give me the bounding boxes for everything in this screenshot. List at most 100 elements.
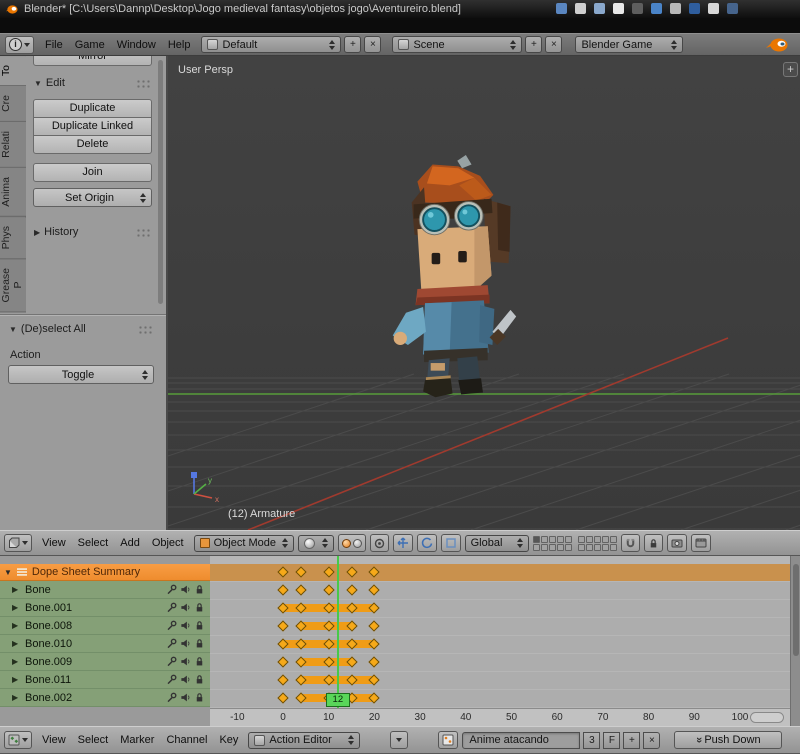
titlebar-app-icon[interactable] <box>594 3 605 14</box>
edit-button-duplicate-linked[interactable]: Duplicate Linked <box>33 117 152 136</box>
channel-row-bone-009[interactable]: ▶ Bone.009 <box>0 653 210 671</box>
layer-cell[interactable] <box>540 535 548 543</box>
render-opengl-button[interactable] <box>666 534 687 552</box>
wrench-icon[interactable] <box>166 638 177 649</box>
wrench-icon[interactable] <box>166 656 177 667</box>
wrench-icon[interactable] <box>166 602 177 613</box>
titlebar-app-icon[interactable] <box>556 3 567 14</box>
expand-icon[interactable]: ▶ <box>12 639 21 648</box>
redo-panel-header[interactable]: ▼ (De)select All <box>9 321 153 337</box>
dopesheet-menu-key[interactable]: Key <box>213 734 244 746</box>
fake-user-button[interactable]: F <box>603 731 621 749</box>
dopesheet-menu-marker[interactable]: Marker <box>114 734 160 746</box>
layer-cell[interactable] <box>532 543 540 551</box>
scene-selector[interactable]: Scene <box>392 36 523 53</box>
expand-icon[interactable]: ▶ <box>12 621 21 630</box>
lock-icon[interactable] <box>194 692 205 703</box>
panel-grip-icon[interactable] <box>136 227 151 237</box>
tool-shelf-scrollbar[interactable] <box>158 60 163 304</box>
layers-widget[interactable] <box>532 535 617 551</box>
edit-button-delete[interactable]: Delete <box>33 135 152 154</box>
mode-dropdown[interactable]: Object Mode <box>193 534 294 552</box>
delete-scene-button[interactable]: × <box>545 36 563 53</box>
expand-icon[interactable]: ▶ <box>12 603 21 612</box>
panel-grip-icon[interactable] <box>138 324 153 334</box>
speaker-icon[interactable] <box>180 602 191 613</box>
manipulator-rotate-button[interactable] <box>416 534 437 552</box>
channel-row-bone[interactable]: ▶ Bone <box>0 581 210 599</box>
info-menu-file[interactable]: File <box>39 39 69 51</box>
layer-cell[interactable] <box>609 543 617 551</box>
channel-row-bone-010[interactable]: ▶ Bone.010 <box>0 635 210 653</box>
collapse-icon[interactable]: ▶ <box>34 228 40 237</box>
channel-row-bone-002[interactable]: ▶ Bone.002 <box>0 689 210 707</box>
panel-grip-icon[interactable] <box>136 78 151 88</box>
titlebar[interactable]: Blender* [C:\Users\Dannp\Desktop\Jogo me… <box>0 0 800 18</box>
dopesheet-menu-channel[interactable]: Channel <box>160 734 213 746</box>
lock-icon[interactable] <box>194 638 205 649</box>
layer-cell[interactable] <box>556 535 564 543</box>
layer-cell[interactable] <box>593 535 601 543</box>
layer-cell[interactable] <box>548 535 556 543</box>
toolshelf-tab-grease-p[interactable]: Grease P <box>0 258 26 313</box>
info-menu-window[interactable]: Window <box>111 39 162 51</box>
wrench-icon[interactable] <box>166 674 177 685</box>
channel-row-bone-008[interactable]: ▶ Bone.008 <box>0 617 210 635</box>
new-action-button[interactable]: + <box>623 731 641 749</box>
set-origin-dropdown[interactable]: Set Origin <box>33 188 152 207</box>
speaker-icon[interactable] <box>180 656 191 667</box>
manipulator-translate-button[interactable] <box>392 534 413 552</box>
character-model[interactable] <box>392 155 517 398</box>
speaker-icon[interactable] <box>180 620 191 631</box>
wrench-icon[interactable] <box>166 620 177 631</box>
action-browse-button[interactable] <box>438 731 459 749</box>
titlebar-app-icon[interactable] <box>727 3 738 14</box>
edit-button-duplicate[interactable]: Duplicate <box>33 99 152 118</box>
dopesheet-menu-view[interactable]: View <box>36 734 72 746</box>
orientation-dropdown[interactable]: Global <box>464 534 529 552</box>
channel-row-bone-011[interactable]: ▶ Bone.011 <box>0 671 210 689</box>
speaker-icon[interactable] <box>180 638 191 649</box>
dopesheet-editor-type-button[interactable] <box>4 731 32 749</box>
toolshelf-tab-to[interactable]: To <box>0 56 26 87</box>
layer-cell[interactable] <box>556 543 564 551</box>
layer-cell[interactable] <box>609 535 617 543</box>
frame-ruler[interactable]: -10 0 10 20 30 40 50 60 70 80 90 100 <box>210 708 790 726</box>
expand-icon[interactable]: ▼ <box>4 568 12 577</box>
titlebar-icons[interactable] <box>556 3 738 14</box>
titlebar-app-icon[interactable] <box>670 3 681 14</box>
shading-dropdown[interactable] <box>297 534 334 552</box>
add-scene-button[interactable]: + <box>525 36 543 53</box>
layer-cell[interactable] <box>585 543 593 551</box>
lock-icon[interactable] <box>194 620 205 631</box>
speaker-icon[interactable] <box>180 674 191 685</box>
delete-layout-button[interactable]: × <box>364 36 382 53</box>
render-engine-dropdown[interactable]: Blender Game <box>575 36 684 53</box>
viewport-editor-type-button[interactable] <box>4 534 32 552</box>
layer-cell[interactable] <box>601 535 609 543</box>
viewport-menu-select[interactable]: Select <box>72 537 115 549</box>
lock-icon[interactable] <box>194 674 205 685</box>
layer-cell[interactable] <box>564 543 572 551</box>
filter-dropdown-button[interactable] <box>390 731 409 749</box>
toggle-dropdown[interactable]: Toggle <box>8 365 154 384</box>
screen-layout-selector[interactable]: Default <box>201 36 342 53</box>
titlebar-app-icon[interactable] <box>708 3 719 14</box>
add-layout-button[interactable]: + <box>344 36 362 53</box>
titlebar-app-icon[interactable] <box>575 3 586 14</box>
snap-toggle-button[interactable] <box>620 534 640 552</box>
titlebar-app-icon[interactable] <box>651 3 662 14</box>
current-frame-line[interactable] <box>336 556 339 708</box>
pivot-point-button[interactable] <box>337 534 366 552</box>
speaker-icon[interactable] <box>180 692 191 703</box>
manipulator-scale-button[interactable] <box>440 534 461 552</box>
layer-cell[interactable] <box>577 535 585 543</box>
viewport-canvas[interactable]: x y <box>168 56 800 530</box>
toolshelf-tab-relati[interactable]: Relati <box>0 122 26 168</box>
editor-mode-dropdown[interactable]: Action Editor <box>248 731 361 749</box>
action-name-field[interactable]: Anime atacando <box>462 731 581 749</box>
layer-cell[interactable] <box>564 535 572 543</box>
viewport-3d[interactable]: x y User Persp (12) Armature + <box>168 56 800 530</box>
region-expand-button[interactable]: + <box>783 62 798 77</box>
history-panel-header[interactable]: ▶ History <box>34 224 151 240</box>
